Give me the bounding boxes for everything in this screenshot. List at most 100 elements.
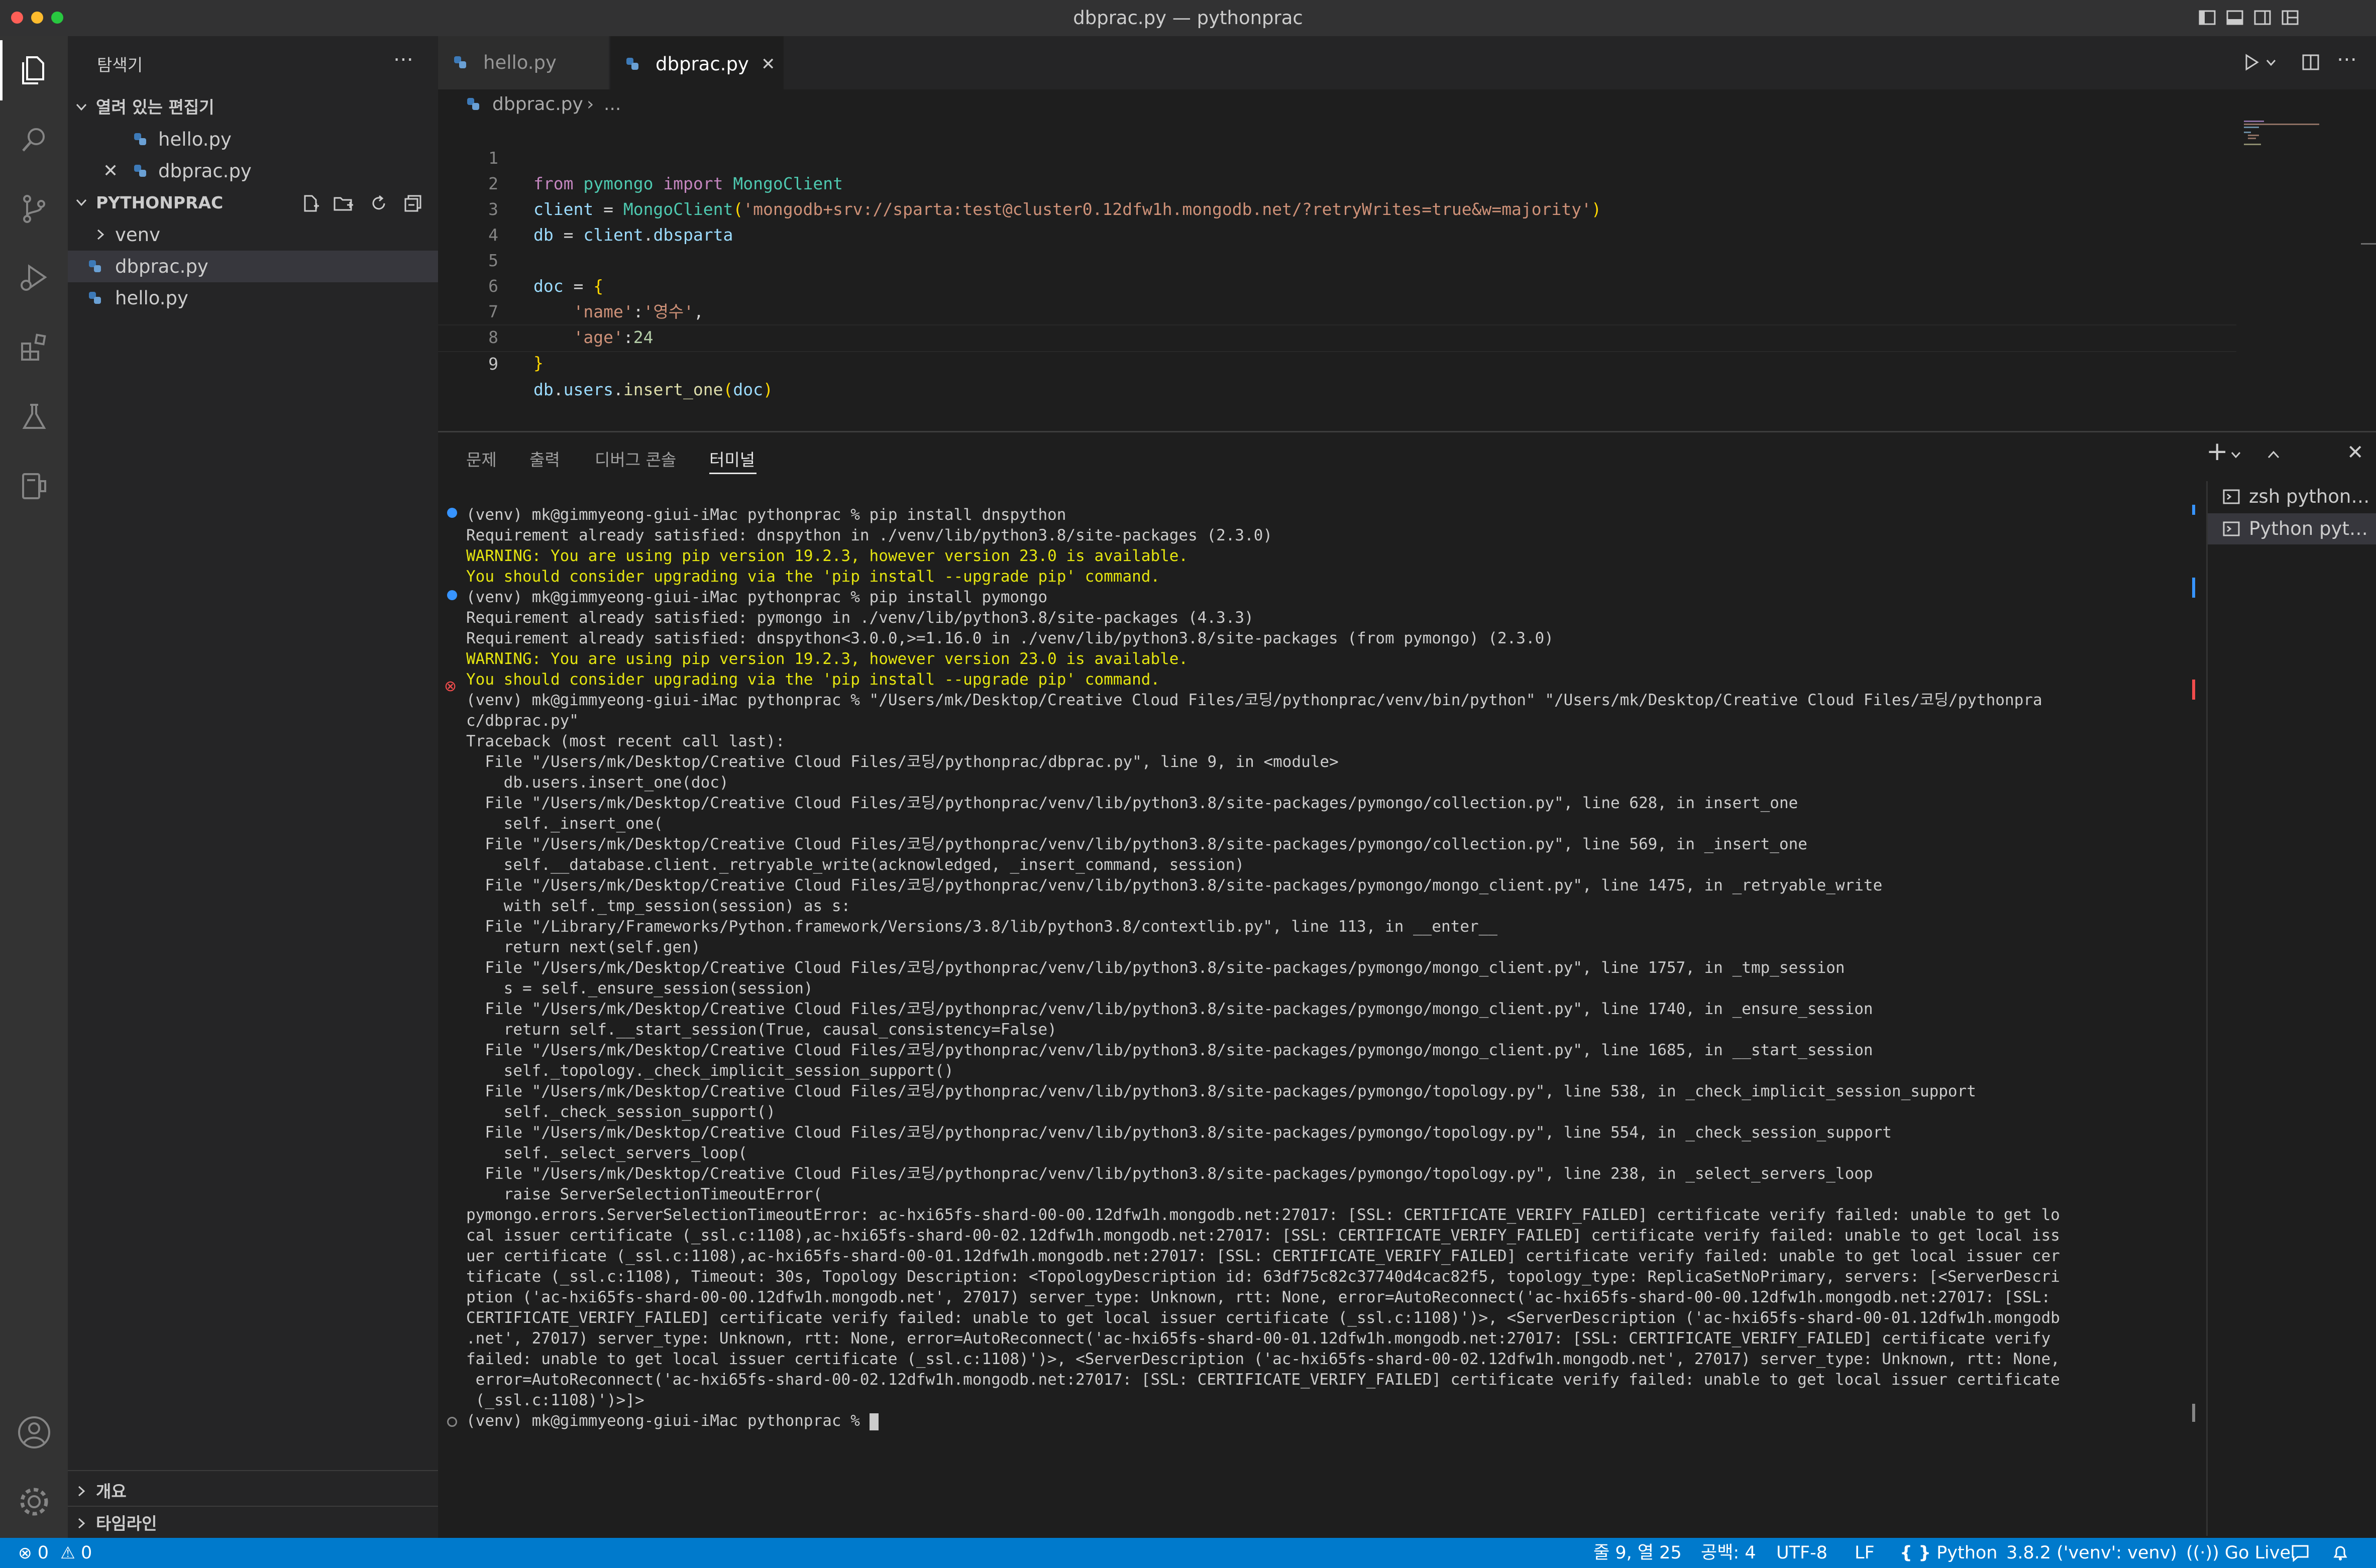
notifications-bell-icon[interactable] [2332,1544,2349,1562]
feedback-icon[interactable] [2291,1544,2310,1562]
extensions-icon[interactable] [0,317,68,378]
bracket: ) [763,380,773,399]
operator: . [613,380,623,399]
tree-folder-venv[interactable]: venv [68,219,438,251]
close-icon[interactable]: ✕ [103,155,118,187]
breadcrumb-symbols[interactable]: ... [604,89,621,120]
search-icon[interactable] [0,109,68,170]
language-mode[interactable]: { } Python [1900,1538,1998,1568]
refresh-icon[interactable] [369,194,388,213]
source-control-icon[interactable] [0,179,68,239]
code-line: 6 'name':'영수', [438,248,2246,321]
toggle-primary-sidebar-icon[interactable] [2198,8,2217,27]
more-actions-icon[interactable]: ⋯ [393,49,413,69]
breadcrumb: dbprac.py › ... [438,89,2376,120]
status-bar: ⊗ 0 ⚠ 0 줄 9, 열 25 공백: 4 UTF-8 LF { } Pyt… [0,1538,2376,1568]
terminal-output[interactable]: ⊗ (venv) mk@gimmyeong-giui-iMac pythonpr… [438,495,2195,1534]
terminal-tab-zsh[interactable]: zsh python… [2208,481,2376,512]
breadcrumb-file[interactable]: dbprac.py [492,89,583,120]
end-of-line[interactable]: LF [1855,1538,1875,1568]
explorer-title: 탐색기 [97,55,143,75]
outline-header[interactable]: 개요 [68,1476,438,1507]
command-decoration[interactable] [447,508,457,518]
scrollbar-marker [2192,680,2195,700]
chevron-right-icon [97,229,104,240]
terminal-line: ption ('ac-hxi65fs-shard-00-00.12dfw1h.m… [466,1288,2051,1306]
terminal-line: return next(self.gen) [466,938,701,956]
minimap[interactable] [2244,120,2344,150]
error-decoration-icon[interactable]: ⊗ [444,679,457,694]
tree-file-hello[interactable]: hello.py [68,282,438,314]
code-editor[interactable]: 1 from pymongo import MongoClient 2 clie… [438,120,2376,431]
tab-dbprac[interactable]: dbprac.py ✕ [610,36,784,91]
new-folder-icon[interactable] [333,194,354,213]
remote-explorer-icon[interactable] [0,456,68,516]
go-live-label: Go Live [2224,1543,2291,1563]
terminal-tab-python[interactable]: Python pyt… [2208,513,2376,544]
maximize-panel-icon[interactable] [2265,447,2282,462]
chevron-down-icon[interactable] [2265,58,2277,67]
problems-status[interactable]: ⊗ 0 ⚠ 0 [18,1538,92,1568]
explorer-icon[interactable] [0,40,68,100]
command-decoration[interactable] [447,1417,457,1427]
warning-count: 0 [80,1543,92,1563]
code-line: 2 client = MongoClient('mongodb+srv://sp… [438,145,2246,219]
go-live-button[interactable]: ((·)) Go Live [2186,1538,2291,1568]
terminal-line: s = self._ensure_session(session) [466,979,813,997]
terminal-line: error=AutoReconnect('ac-hxi65fs-shard-00… [466,1371,2060,1389]
terminal-line: File "/Users/mk/Desktop/Creative Cloud F… [466,1165,1873,1183]
open-editor-item[interactable]: ✕ dbprac.py [68,155,438,187]
terminal-tab-label: zsh python… [2249,486,2370,507]
more-actions-icon[interactable]: ⋯ [2337,49,2357,69]
close-panel-icon[interactable]: ✕ [2347,442,2364,463]
collapse-all-icon[interactable] [403,194,422,213]
tree-file-dbprac[interactable]: dbprac.py [68,251,438,282]
encoding[interactable]: UTF-8 [1776,1538,1827,1568]
explorer-sidebar: 탐색기 ⋯ 열려 있는 편집기 hello.py ✕ dbprac.py PYT… [68,36,438,1538]
terminal-prompt[interactable]: (venv) mk@gimmyeong-giui-iMac pythonprac… [466,1411,879,1431]
code-line: 5 doc = { [438,222,2246,296]
command-decoration[interactable] [447,590,457,600]
account-icon[interactable] [0,1402,68,1463]
chevron-down-icon[interactable] [2230,451,2241,460]
activity-bar [0,36,68,1538]
title-bar: dbprac.py — pythonprac [0,0,2376,38]
tab-problems[interactable]: 문제 [466,446,497,471]
scrollbar-marker [2192,578,2195,598]
terminal-line: failed: unable to get local issuer certi… [466,1350,2060,1368]
run-python-file-icon[interactable] [2241,52,2261,72]
python-file-icon [89,260,101,272]
tab-hello[interactable]: hello.py [438,36,609,89]
testing-icon[interactable] [0,387,68,447]
close-icon[interactable]: ✕ [761,38,776,91]
terminal-line: self._select_servers_loop( [466,1144,747,1162]
settings-gear-icon[interactable] [0,1472,68,1532]
project-header[interactable]: PYTHONPRAC [68,187,438,218]
run-debug-icon[interactable] [0,248,68,308]
scrollbar-marker [2361,243,2376,245]
python-file-icon [134,165,146,177]
toggle-secondary-sidebar-icon[interactable] [2253,8,2272,27]
toggle-panel-icon[interactable] [2225,8,2244,27]
terminal-line: WARNING: You are using pip version 19.2.… [466,547,1189,565]
python-file-icon [454,56,466,68]
customize-layout-icon[interactable] [2281,8,2300,27]
timeline-header[interactable]: 타임라인 [68,1508,438,1539]
tab-output[interactable]: 출력 [529,446,560,471]
tab-terminal[interactable]: 터미널 [709,446,755,471]
tab-debug-console[interactable]: 디버그 콘솔 [595,446,676,471]
terminal-tabs-list: zsh python… Python pyt… [2206,481,2376,1536]
code-line-current: 9 db.users.insert_one(doc) [438,324,2236,399]
new-terminal-icon[interactable]: + [2206,438,2228,465]
open-editors-header[interactable]: 열려 있는 편집기 [68,91,438,123]
split-editor-icon[interactable] [2301,52,2321,72]
attribute: users [563,380,613,399]
open-editor-label: dbprac.py [158,160,252,182]
new-file-icon[interactable] [301,194,320,213]
open-editor-item[interactable]: hello.py [68,124,438,155]
terminal-icon [2223,489,2240,504]
python-interpreter[interactable]: 3.8.2 ('venv': venv) [2006,1538,2177,1568]
cursor-position[interactable]: 줄 9, 열 25 [1593,1538,1682,1568]
terminal-line: pymongo.errors.ServerSelectionTimeoutErr… [466,1206,2060,1224]
indentation[interactable]: 공백: 4 [1701,1538,1756,1568]
